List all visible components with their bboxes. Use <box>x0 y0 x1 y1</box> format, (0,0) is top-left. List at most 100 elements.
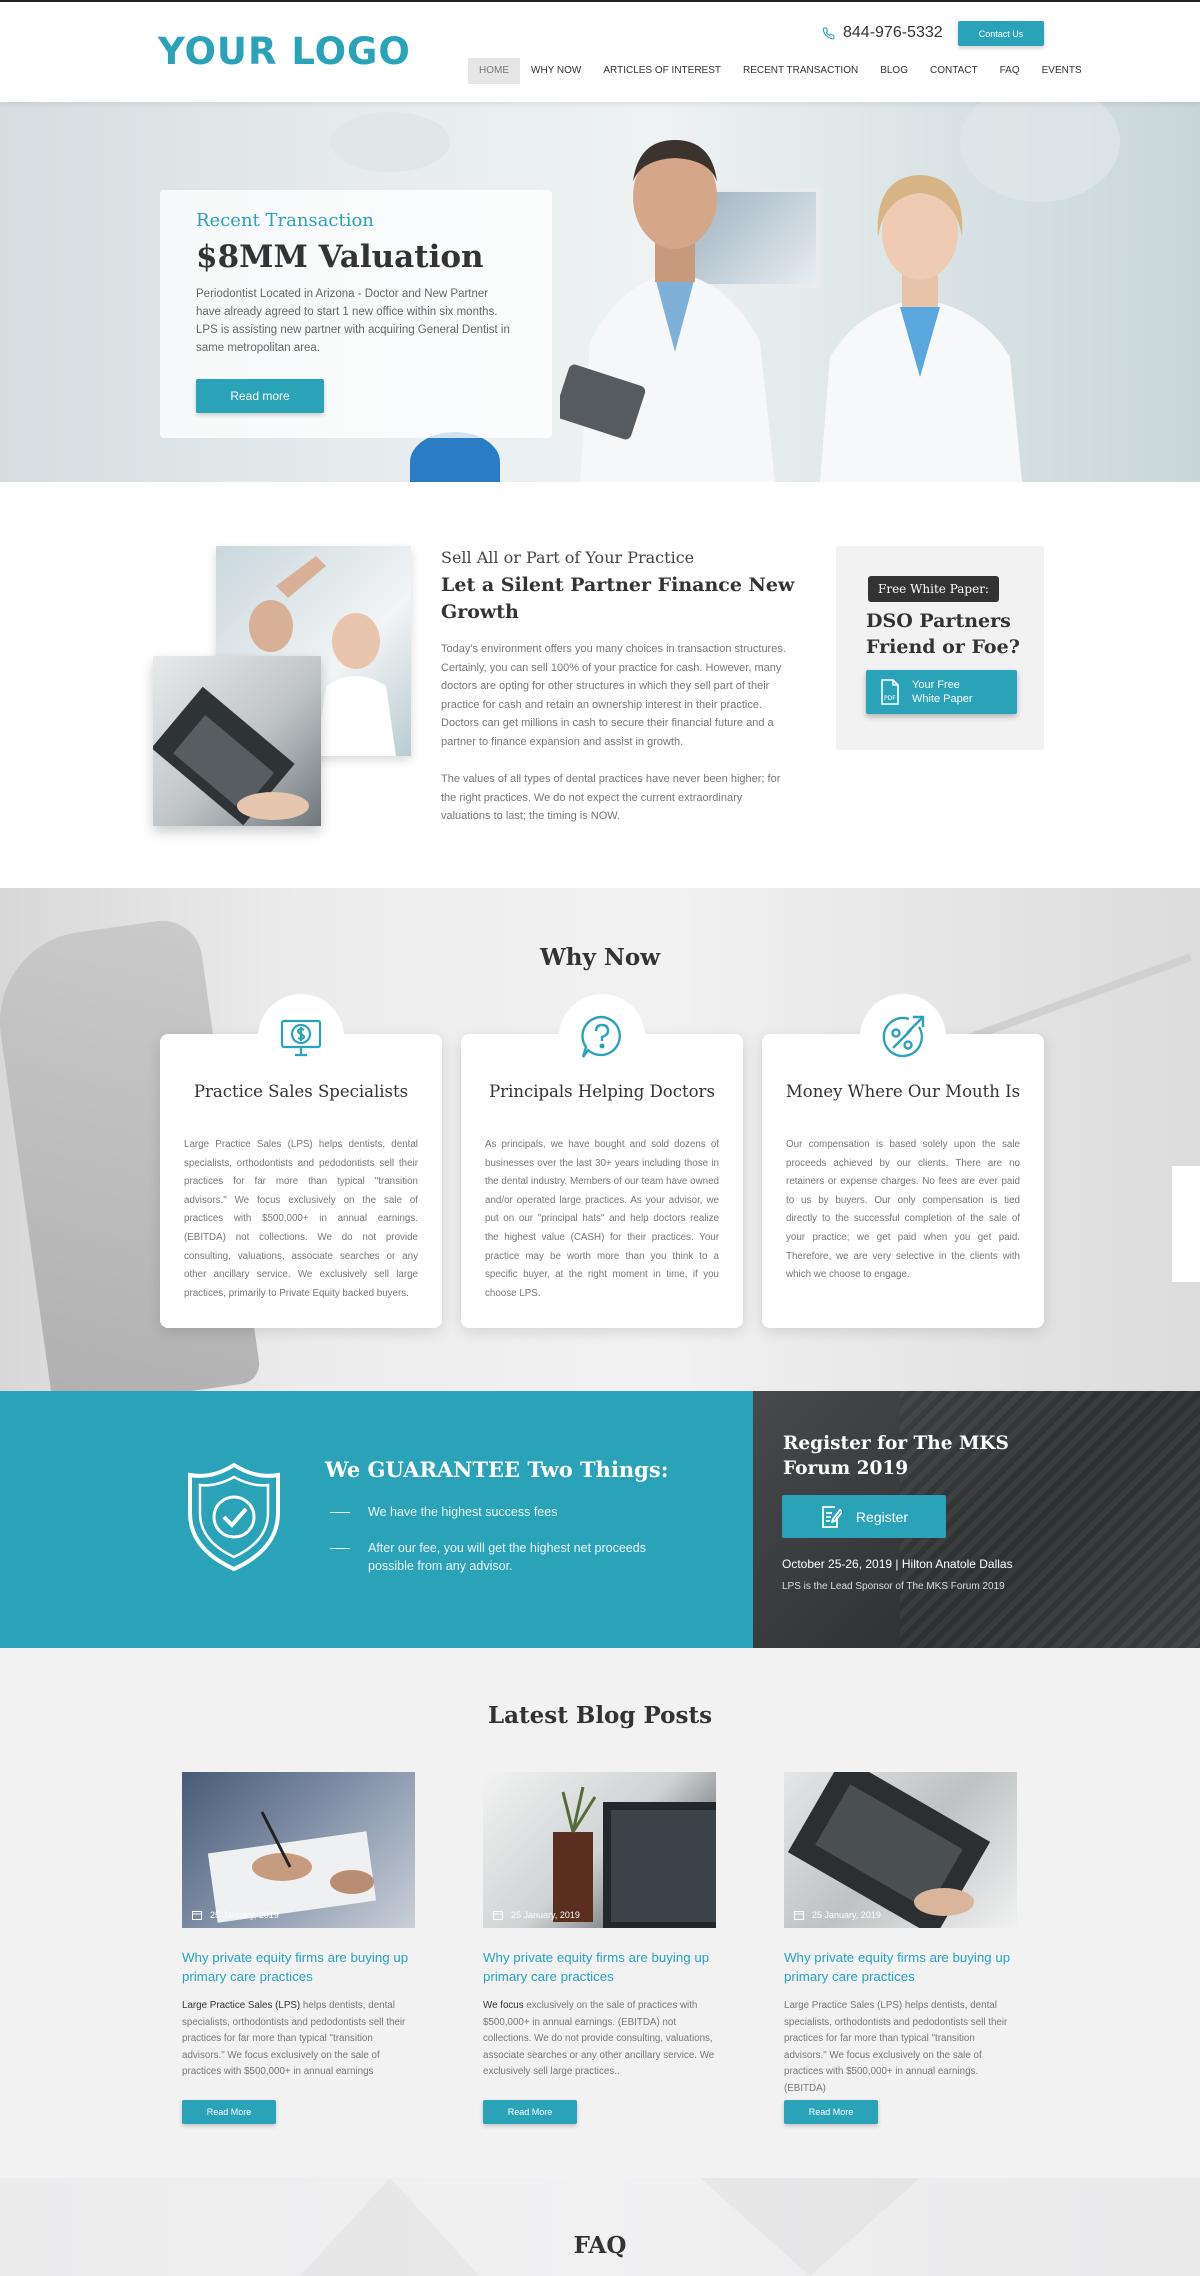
post-excerpt: Large Practice Sales (LPS) helps dentist… <box>784 1998 1017 2094</box>
nav-item-contact[interactable]: CONTACT <box>919 58 989 84</box>
guarantee-list: We have the highest success fees After o… <box>330 1503 690 1593</box>
read-more-button[interactable]: Read More <box>483 2100 577 2124</box>
why-card-title: Principals Helping Doctors <box>489 1082 715 1101</box>
why-now-section: Why Now Practice Sales Specialists Large… <box>0 888 1200 1391</box>
why-card-text: Large Practice Sales (LPS) helps dentist… <box>184 1139 418 1299</box>
faq-title: FAQ <box>573 2232 627 2259</box>
blog-post: 25 January, 2019 Why private equity firm… <box>784 1772 1017 2124</box>
blog-post: 25 January, 2019 Why private equity firm… <box>182 1772 415 2124</box>
post-excerpt: Large Practice Sales (LPS) helps dentist… <box>182 1998 415 2080</box>
guarantee-section: We GUARANTEE Two Things: We have the hig… <box>0 1391 753 1648</box>
nav-item-why-now[interactable]: WHY NOW <box>520 58 592 84</box>
post-date-text: 25 January, 2019 <box>210 1910 279 1920</box>
why-card-title: Money Where Our Mouth Is <box>785 1082 1021 1101</box>
intro-paragraph-2: The values of all types of dental practi… <box>441 773 781 822</box>
intro-title: Let a Silent Partner Finance New Growth <box>441 574 795 623</box>
white-paper-button-label: Your Free White Paper <box>912 679 973 705</box>
post-title-link[interactable]: Why private equity firms are buying up p… <box>182 1948 415 1986</box>
forum-date: October 25-26, 2019 | Hilton Anatole Dal… <box>782 1557 1013 1571</box>
nav-item-recent-transaction[interactable]: RECENT TRANSACTION <box>732 58 869 84</box>
guarantee-item: After our fee, you will get the highest … <box>330 1539 690 1575</box>
post-date-text: 25 January, 2019 <box>511 1910 580 1920</box>
guarantee-title: We GUARANTEE Two Things: <box>325 1457 669 1482</box>
why-now-title: Why Now <box>539 944 661 971</box>
calendar-icon <box>192 1911 202 1920</box>
side-tab <box>1172 1166 1200 1282</box>
post-title-link[interactable]: Why private equity firms are buying up p… <box>784 1948 1017 1986</box>
post-excerpt-bold: We focus <box>483 2000 524 2011</box>
post-title-link[interactable]: Why private equity firms are buying up p… <box>483 1948 716 1986</box>
forum-section: Register for The MKS Forum 2019 Register… <box>753 1391 1200 1648</box>
forum-title: Register for The MKS Forum 2019 <box>783 1433 1009 1479</box>
why-card-title: Practice Sales Specialists <box>193 1082 409 1101</box>
intro-paragraph-1: Today's environment offers you many choi… <box>441 643 786 748</box>
blog-post: 25 January, 2019 Why private equity firm… <box>483 1772 716 2124</box>
post-date: 25 January, 2019 <box>493 1910 580 1920</box>
phone-number[interactable]: 844-976-5332 <box>822 24 943 42</box>
nav-item-articles[interactable]: ARTICLES OF INTEREST <box>592 58 732 84</box>
white-paper-tag: Free White Paper: <box>868 576 999 602</box>
post-excerpt-text: helps dentists, dental specialists, orth… <box>182 2000 406 2077</box>
form-edit-icon <box>822 1505 842 1528</box>
hero-read-more-button[interactable]: Read more <box>196 379 324 413</box>
post-image-signing[interactable]: 25 January, 2019 <box>182 1772 415 1928</box>
nav-item-blog[interactable]: BLOG <box>869 58 919 84</box>
hero-text: Periodontist Located in Arizona - Doctor… <box>196 288 510 354</box>
calendar-icon <box>794 1911 804 1920</box>
contact-us-button[interactable]: Contact Us <box>958 21 1044 46</box>
post-image-desk[interactable]: 25 January, 2019 <box>483 1772 716 1928</box>
white-paper-box: Free White Paper: DSO Partners Friend or… <box>836 546 1044 750</box>
hero-card: Recent Transaction $8MM Valuation Period… <box>160 190 552 438</box>
post-excerpt: We focus exclusively on the sale of prac… <box>483 1998 716 2080</box>
blog-section: Latest Blog Posts 25 January, 2019 Why p… <box>0 1648 1200 2178</box>
why-card-money: Money Where Our Mouth Is Our compensatio… <box>762 994 1044 1328</box>
post-date-text: 25 January, 2019 <box>812 1910 881 1920</box>
laptop-typing-image <box>151 656 321 826</box>
percent-growth-icon <box>860 994 946 1080</box>
hero-bg-lamp <box>330 112 450 172</box>
male-dentist-image <box>560 140 775 482</box>
pdf-icon: PDF <box>881 679 899 705</box>
intro-kicker: Sell All or Part of Your Practice <box>441 548 695 567</box>
white-paper-title: DSO Partners Friend or Foe? <box>866 610 1020 658</box>
shield-check-icon <box>188 1462 280 1572</box>
faq-bg-shape <box>700 2178 920 2276</box>
register-label: Register <box>855 1508 909 1525</box>
logo[interactable]: YOUR LOGO <box>158 30 411 73</box>
phone-icon <box>822 27 835 39</box>
post-date: 25 January, 2019 <box>794 1910 881 1920</box>
hero-kicker: Recent Transaction <box>196 210 374 231</box>
forum-sponsor: LPS is the Lead Sponsor of The MKS Forum… <box>782 1581 1005 1592</box>
blog-title: Latest Blog Posts <box>487 1702 713 1729</box>
register-button[interactable]: Register <box>782 1495 946 1538</box>
site-header: YOUR LOGO 844-976-5332 Contact Us HOME W… <box>0 0 1200 102</box>
hero-banner: Recent Transaction $8MM Valuation Period… <box>0 102 1200 482</box>
why-card-practice-sales: Practice Sales Specialists Large Practic… <box>160 994 442 1328</box>
post-image-laptop[interactable]: 25 January, 2019 <box>784 1772 1017 1928</box>
svg-text:PDF: PDF <box>884 695 896 702</box>
why-card-text: Our compensation is based solely upon th… <box>786 1139 1020 1281</box>
dental-chair-seat <box>410 432 500 482</box>
post-date: 25 January, 2019 <box>192 1910 279 1920</box>
nav-item-home[interactable]: HOME <box>468 58 520 84</box>
free-white-paper-button[interactable]: PDF Your Free White Paper <box>866 670 1017 714</box>
post-excerpt-text: exclusively on the sale of practices wit… <box>483 2000 715 2077</box>
why-card-text: As principals, we have bought and sold d… <box>485 1139 719 1299</box>
why-card-principals: Principals Helping Doctors As principals… <box>461 994 743 1328</box>
faq-section: FAQ <box>0 2178 1200 2276</box>
calendar-icon <box>493 1911 503 1920</box>
nav-item-faq[interactable]: FAQ <box>989 58 1031 84</box>
monitor-dollar-icon <box>258 994 344 1080</box>
nav-item-events[interactable]: EVENTS <box>1031 58 1093 84</box>
question-bubble-icon <box>559 994 645 1080</box>
guarantee-item-text: After our fee, you will get the highest … <box>368 1541 646 1573</box>
read-more-button[interactable]: Read More <box>784 2100 878 2124</box>
post-excerpt-text: Large Practice Sales (LPS) helps dentist… <box>784 2000 1008 2094</box>
phone-text: 844-976-5332 <box>843 24 943 41</box>
faq-bg-shape <box>300 2178 480 2276</box>
hero-title: $8MM Valuation <box>196 239 484 275</box>
read-more-button[interactable]: Read More <box>182 2100 276 2124</box>
intro-section: Sell All or Part of Your Practice Let a … <box>0 482 1200 888</box>
female-dentist-image <box>820 175 1022 482</box>
guarantee-item: We have the highest success fees <box>330 1503 690 1521</box>
